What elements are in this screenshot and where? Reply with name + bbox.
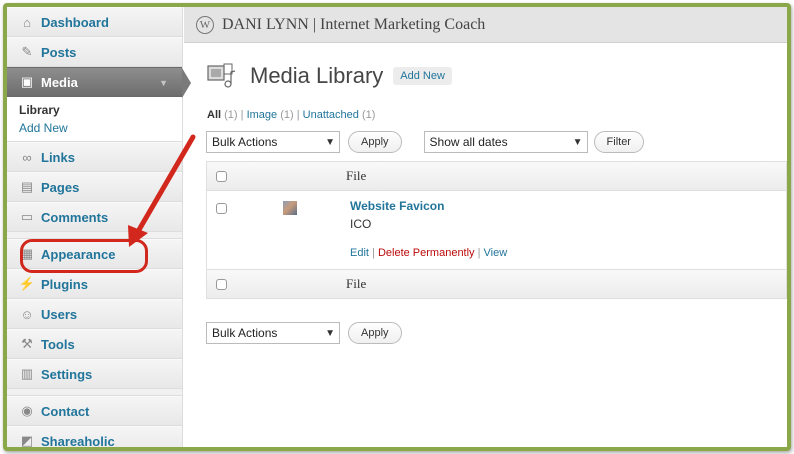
page-icon: ▤ xyxy=(20,179,34,194)
tools-icon: ⚒ xyxy=(21,336,33,351)
date-filter-value: Show all dates xyxy=(429,135,508,149)
comment-icon: ▭ xyxy=(20,209,34,224)
filter-button[interactable]: Filter xyxy=(593,131,644,153)
pin-icon: ✎ xyxy=(21,44,33,59)
sidebar-item-label: Contact xyxy=(41,403,90,419)
filter-unattached[interactable]: Unattached xyxy=(303,109,359,121)
submenu-item-library[interactable]: Library xyxy=(7,101,182,119)
table-footer: File xyxy=(206,269,787,299)
bottom-actions: Bulk Actions ▼ Apply xyxy=(184,312,402,346)
sidebar-item-dashboard[interactable]: ⌂ Dashboard xyxy=(7,7,182,37)
add-new-button[interactable]: Add New xyxy=(393,67,452,85)
delete-permanently-link[interactable]: Delete Permanently xyxy=(378,247,475,259)
top-actions: Bulk Actions ▼ Apply Show all dates ▼ Fi… xyxy=(184,121,787,155)
sidebar-item-label: Shareaholic xyxy=(41,433,115,449)
link-icon: ∞ xyxy=(22,149,32,165)
action-separator: | xyxy=(372,247,375,259)
appearance-highlight-circle xyxy=(20,239,148,273)
date-filter-select[interactable]: Show all dates ▼ xyxy=(423,131,588,153)
shareaholic-icon: ◩ xyxy=(20,433,34,448)
sidebar-item-pages[interactable]: ▤ Pages xyxy=(7,172,182,202)
favicon-thumbnail[interactable] xyxy=(283,201,297,215)
apply-button[interactable]: Apply xyxy=(348,322,402,344)
menu-separator xyxy=(7,232,182,239)
chevron-down-icon: ▼ xyxy=(325,136,335,148)
settings-icon: ▥ xyxy=(20,366,34,381)
chevron-down-icon: ▼ xyxy=(325,327,335,339)
chevron-down-icon[interactable]: ▼ xyxy=(159,78,168,88)
action-separator: | xyxy=(477,247,481,259)
sidebar-item-contact[interactable]: ◉ Contact xyxy=(7,396,182,426)
sidebar-item-media[interactable]: ▣ Media ▼ xyxy=(7,67,191,98)
sidebar-item-label: Links xyxy=(41,149,75,165)
filter-all-count: (1) xyxy=(224,109,238,121)
media-filters: All (1) | Image (1) | Unattached (1) xyxy=(184,97,787,121)
filter-separator: | xyxy=(240,109,244,121)
sidebar-item-plugins[interactable]: ⚡ Plugins xyxy=(7,269,182,299)
filter-image-count: (1) xyxy=(280,109,294,121)
sidebar-item-label: Users xyxy=(41,306,78,322)
sidebar-item-label: Media xyxy=(41,74,78,90)
bulk-actions-value: Bulk Actions xyxy=(212,326,278,340)
filter-all[interactable]: All xyxy=(207,109,221,121)
admin-sidebar: ⌂ Dashboard ✎ Posts ▣ Media ▼ Library Ad… xyxy=(7,7,191,447)
sidebar-item-label: Dashboard xyxy=(41,14,109,30)
filter-unattached-count: (1) xyxy=(361,109,376,121)
filter-separator: | xyxy=(296,109,300,121)
plug-icon: ⚡ xyxy=(18,276,36,291)
sidebar-item-posts[interactable]: ✎ Posts xyxy=(7,37,182,67)
media-library-icon xyxy=(206,62,236,90)
select-all-checkbox[interactable] xyxy=(216,278,227,290)
sidebar-item-tools[interactable]: ⚒ Tools xyxy=(7,329,182,359)
menu-separator xyxy=(7,389,182,396)
column-file[interactable]: File xyxy=(346,168,366,184)
sidebar-item-label: Comments xyxy=(41,209,109,225)
view-link[interactable]: View xyxy=(484,247,508,259)
users-icon: ☺ xyxy=(20,306,34,322)
column-file[interactable]: File xyxy=(346,276,366,292)
sidebar-item-label: Tools xyxy=(41,336,75,352)
table-header: File xyxy=(206,161,787,191)
filter-image[interactable]: Image xyxy=(247,109,278,121)
chevron-down-icon: ▼ xyxy=(572,136,583,148)
sidebar-item-label: Pages xyxy=(41,179,80,195)
wordpress-logo-icon[interactable]: W xyxy=(196,15,214,34)
bulk-actions-select[interactable]: Bulk Actions ▼ xyxy=(206,131,340,153)
site-title[interactable]: DANI LYNN | Internet Marketing Coach xyxy=(222,16,485,34)
apply-button[interactable]: Apply xyxy=(348,131,402,153)
sidebar-item-label: Posts xyxy=(41,44,77,60)
media-title-link[interactable]: Website Favicon xyxy=(350,199,444,213)
row-actions: Edit | Delete Permanently | View xyxy=(350,247,507,259)
sidebar-item-links[interactable]: ∞ Links xyxy=(7,142,182,172)
table-row: Website Favicon ICO Edit | Delete Perman… xyxy=(206,191,787,269)
media-table: File Website Favicon ICO Edit | Delete P… xyxy=(206,161,787,299)
sidebar-item-shareaholic[interactable]: ◩ Shareaholic xyxy=(7,426,182,449)
bulk-actions-select[interactable]: Bulk Actions ▼ xyxy=(206,322,340,344)
house-icon: ⌂ xyxy=(23,14,31,30)
row-checkbox[interactable] xyxy=(216,203,227,214)
media-type: ICO xyxy=(350,217,372,231)
page-title: Media Library xyxy=(250,63,384,88)
edit-link[interactable]: Edit xyxy=(350,247,369,259)
sidebar-item-label: Settings xyxy=(41,366,93,382)
bulk-actions-value: Bulk Actions xyxy=(212,135,278,149)
sidebar-item-users[interactable]: ☺ Users xyxy=(7,299,182,329)
admin-header: W DANI LYNN | Internet Marketing Coach xyxy=(184,7,787,43)
media-icon: ▣ xyxy=(20,74,34,89)
sidebar-item-label: Plugins xyxy=(41,276,88,292)
contact-icon: ◉ xyxy=(21,403,33,418)
sidebar-item-comments[interactable]: ▭ Comments xyxy=(7,202,182,232)
main-content: W DANI LYNN | Internet Marketing Coach M… xyxy=(184,7,787,447)
page-title-row: Media Library Add New xyxy=(184,43,787,97)
sidebar-item-settings[interactable]: ▥ Settings xyxy=(7,359,182,389)
screenshot-frame: ⌂ Dashboard ✎ Posts ▣ Media ▼ Library Ad… xyxy=(3,3,791,451)
submenu-item-add-new[interactable]: Add New xyxy=(7,119,182,137)
media-submenu: Library Add New xyxy=(7,97,182,142)
select-all-checkbox[interactable] xyxy=(216,170,227,182)
